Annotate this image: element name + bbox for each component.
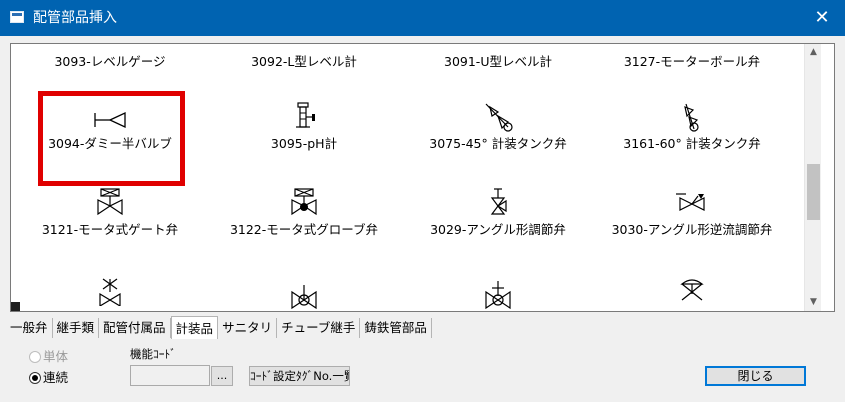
title-bar: 配管部品挿入 ✕ (0, 0, 845, 36)
scroll-down-icon[interactable]: ▼ (805, 294, 822, 311)
resize-grip[interactable] (11, 302, 20, 311)
grid-item-3029[interactable]: 3029-アングル形調節弁 (401, 188, 595, 238)
grid-item-row3-col1[interactable] (13, 276, 207, 310)
close-dialog-button[interactable]: 閉じる (705, 366, 806, 386)
angle-control-valve-icon (490, 188, 507, 215)
grid-item-3030[interactable]: 3030-アングル形逆流調節弁 (595, 188, 789, 238)
grid-item-3093[interactable]: 3093-レベルゲージ (13, 54, 207, 70)
tab-sanitary[interactable]: サニタリ (218, 318, 278, 338)
scroll-thumb[interactable] (807, 164, 820, 220)
tab-fittings[interactable]: 継手類 (53, 318, 100, 338)
tab-tube-fittings[interactable]: チューブ継手 (277, 318, 361, 338)
window-title: 配管部品挿入 (33, 10, 117, 26)
item-label: 3095-pH計 (270, 136, 338, 151)
motor-gate-valve-icon (97, 188, 123, 216)
grid-item-3092[interactable]: 3092-L型レベル計 (207, 54, 401, 70)
tag-number-list-button[interactable]: ｺｰﾄﾞ設定ﾀｸﾞNo.一覧 (249, 366, 350, 386)
grid-item-3095[interactable]: 3095-pH計 (207, 102, 401, 152)
browse-button[interactable]: ... (211, 366, 233, 386)
radio-single-label: 単体 (43, 349, 69, 364)
close-window-icon[interactable]: ✕ (799, 0, 845, 36)
grid-item-row3-col3[interactable] (401, 280, 595, 311)
function-code-label: 機能ｺｰﾄﾞ (130, 347, 176, 361)
item-label: 3127-モーターボール弁 (623, 54, 761, 69)
diaphragm-valve-icon (680, 279, 704, 301)
function-code-input[interactable] (130, 365, 210, 386)
tab-general-valve[interactable]: 一般弁 (6, 318, 53, 338)
radio-continuous[interactable]: 連続 (29, 370, 68, 386)
tab-cast-iron[interactable]: 鋳鉄管部品 (360, 318, 432, 338)
grid-item-3161[interactable]: 3161-60° 計装タンク弁 (595, 102, 789, 152)
item-label: 3121-モータ式ゲート弁 (41, 222, 179, 237)
grid-item-3075[interactable]: 3075-45° 計装タンク弁 (401, 102, 595, 152)
ball-valve-icon (291, 285, 317, 310)
radio-single-indicator (29, 351, 41, 363)
grid-item-3122[interactable]: 3122-モータ式グローブ弁 (207, 188, 401, 238)
item-label: 3075-45° 計装タンク弁 (429, 136, 567, 151)
window-icon (10, 11, 24, 23)
vertical-scrollbar[interactable]: ▲ ▼ (804, 44, 821, 311)
parts-grid: 3093-レベルゲージ 3092-L型レベル計 3091-U型レベル計 3127… (10, 43, 835, 312)
category-tabs: 一般弁 継手類 配管付属品 計装品 サニタリ チューブ継手 鋳鉄管部品 (6, 316, 432, 340)
radio-continuous-label: 連続 (43, 370, 69, 385)
motor-globe-valve-icon (291, 188, 317, 216)
scroll-up-icon[interactable]: ▲ (805, 44, 822, 61)
angle-check-control-valve-icon (676, 193, 705, 211)
item-label: 3091-U型レベル計 (444, 54, 552, 69)
motor-valve-icon (99, 278, 121, 306)
item-label: 3092-L型レベル計 (251, 54, 357, 69)
selection-highlight (38, 91, 185, 186)
ph-meter-icon (296, 102, 315, 128)
tank-valve-45-icon (485, 103, 513, 132)
grid-item-row3-col2[interactable] (207, 284, 401, 311)
item-label: 3161-60° 計装タンク弁 (623, 136, 761, 151)
grid-item-row3-col4[interactable] (595, 276, 789, 310)
item-label: 3122-モータ式グローブ弁 (229, 222, 379, 237)
tank-valve-60-icon (684, 103, 699, 132)
radio-single[interactable]: 単体 (29, 349, 68, 365)
grid-item-3091[interactable]: 3091-U型レベル計 (401, 54, 595, 70)
angle-ball-valve-icon (485, 281, 511, 310)
grid-item-3127[interactable]: 3127-モーターボール弁 (595, 54, 789, 70)
grid-item-3121[interactable]: 3121-モータ式ゲート弁 (13, 188, 207, 238)
tab-piping-accessories[interactable]: 配管付属品 (99, 318, 171, 338)
tab-instruments[interactable]: 計装品 (170, 316, 219, 339)
radio-continuous-indicator (29, 372, 41, 384)
item-label: 3093-レベルゲージ (54, 54, 166, 69)
item-label: 3029-アングル形調節弁 (430, 222, 566, 237)
item-label: 3030-アングル形逆流調節弁 (611, 222, 773, 237)
